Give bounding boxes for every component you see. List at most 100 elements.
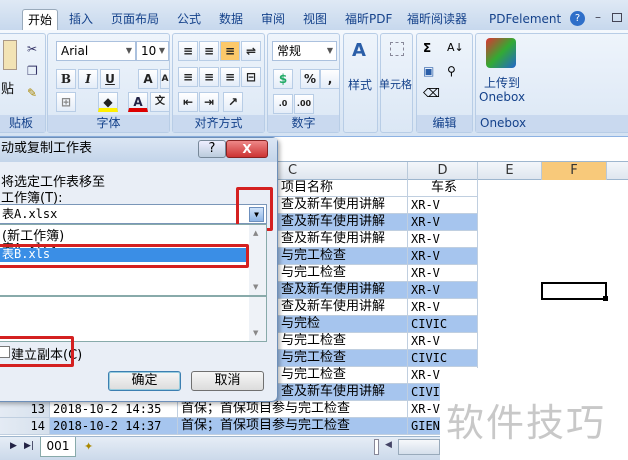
decrease-indent-icon[interactable]: ⇤ — [178, 92, 198, 112]
styles-group[interactable]: A 样式 — [343, 33, 378, 133]
font-name-select[interactable]: Arial ▼ — [56, 41, 136, 61]
tab-page-layout[interactable]: 页面布局 — [106, 9, 164, 30]
scroll-down-icon[interactable]: ▼ — [253, 329, 258, 337]
cells-group[interactable]: 单元格 — [379, 33, 413, 133]
cell-d[interactable]: XR-V — [408, 282, 478, 299]
close-button[interactable]: X — [226, 140, 268, 158]
help-button[interactable]: ? — [198, 140, 226, 158]
merge-cells-icon[interactable]: ⊟ — [241, 67, 261, 87]
onebox-logo-icon[interactable] — [486, 38, 516, 68]
tab-pdfelement[interactable]: PDFelement — [484, 9, 566, 30]
currency-icon[interactable]: $ — [273, 69, 293, 89]
cell-c[interactable]: 查及新车使用讲解 — [278, 299, 408, 316]
fill-color-button[interactable]: ◆ — [98, 92, 118, 112]
cell-c[interactable]: 查及新车使用讲解 — [278, 384, 408, 401]
underline-button[interactable]: U — [100, 69, 120, 89]
font-color-button[interactable]: A — [128, 92, 148, 112]
cell-c[interactable]: 查及新车使用讲解 — [278, 214, 408, 231]
cell-d[interactable]: XR-V — [408, 231, 478, 248]
cell-d[interactable]: XR-V — [408, 248, 478, 265]
cell-c[interactable]: 首保；首保项目参与完工检查 — [178, 418, 408, 435]
onebox-name-label[interactable]: Onebox — [479, 90, 525, 104]
column-header-f[interactable]: F — [542, 162, 607, 180]
cell-d[interactable]: 车系 — [408, 180, 478, 197]
increase-decimal-icon[interactable]: .0 — [273, 94, 293, 114]
tab-view[interactable]: 视图 — [298, 9, 332, 30]
align-right-icon[interactable]: ≡ — [220, 67, 240, 87]
cell-d[interactable]: XR-V — [408, 333, 478, 350]
copy-icon[interactable]: ❐ — [27, 64, 38, 78]
minimize-icon[interactable]: – — [595, 10, 601, 24]
increase-indent-icon[interactable]: ⇥ — [199, 92, 219, 112]
help-icon[interactable]: ? — [570, 11, 585, 26]
tab-insert[interactable]: 插入 — [64, 9, 98, 30]
restore-icon[interactable] — [612, 13, 622, 22]
fill-handle[interactable] — [603, 296, 608, 301]
cell-c[interactable]: 首保；首保项目参与完工检查 — [178, 401, 408, 418]
orientation-icon[interactable]: ↗ — [223, 92, 243, 112]
row-number[interactable]: 14 — [0, 418, 50, 435]
decrease-decimal-icon[interactable]: .00 — [294, 94, 314, 114]
sheet-tab-001[interactable]: 001 — [40, 437, 76, 457]
italic-button[interactable]: I — [78, 69, 98, 89]
row-number[interactable]: 13 — [0, 401, 50, 418]
cell-d[interactable]: XR-V — [408, 299, 478, 316]
split-handle[interactable] — [374, 439, 379, 455]
tab-data[interactable]: 数据 — [214, 9, 248, 30]
selected-cell[interactable] — [541, 282, 607, 300]
column-header-e[interactable]: E — [478, 162, 542, 180]
scroll-up-icon[interactable]: ▲ — [253, 229, 258, 237]
cancel-button[interactable]: 取消 — [191, 371, 264, 391]
scroll-left-icon[interactable]: ◀ — [385, 440, 392, 450]
bold-button[interactable]: B — [56, 69, 76, 89]
paste-label[interactable]: 贴 — [1, 78, 14, 97]
clear-icon[interactable]: ⌫ — [423, 86, 440, 100]
cell-d[interactable]: XR-V — [408, 265, 478, 282]
column-header-d[interactable]: D — [408, 162, 478, 180]
cell-b[interactable]: 2018-10-2 14:35 — [50, 401, 178, 418]
font-size-select[interactable]: 10 ▼ — [136, 41, 169, 61]
align-center-icon[interactable]: ≡ — [199, 67, 219, 87]
cell-d[interactable]: XR-V — [408, 197, 478, 214]
workbook-select[interactable]: 表A.xlsx ▼ — [0, 204, 267, 224]
cell-c[interactable]: 查及新车使用讲解 — [278, 197, 408, 214]
align-middle-icon[interactable]: ≡ — [199, 41, 219, 61]
cell-d[interactable]: CIVIC — [408, 350, 478, 367]
last-sheet-icon[interactable]: ▶| — [24, 441, 34, 451]
paste-icon[interactable] — [3, 40, 17, 70]
insert-sheet-icon[interactable]: ✦ — [84, 440, 93, 453]
tab-foxit-pdf[interactable]: 福昕PDF — [340, 9, 397, 30]
scroll-down-icon[interactable]: ▼ — [253, 283, 258, 291]
horizontal-scrollbar[interactable] — [398, 439, 440, 455]
tab-home[interactable]: 开始 — [22, 9, 59, 30]
tab-formulas[interactable]: 公式 — [172, 9, 206, 30]
cell-c[interactable]: 与完工检查 — [278, 350, 408, 367]
cell-b[interactable]: 2018-10-2 14:37 — [50, 418, 178, 435]
align-bottom-icon[interactable]: ≡ — [220, 41, 240, 61]
list-scrollbar[interactable]: ▲ ▼ — [249, 225, 266, 295]
phonetic-button[interactable]: 文 — [150, 92, 170, 112]
align-top-icon[interactable]: ≡ — [178, 41, 198, 61]
grow-font-button[interactable]: A — [138, 69, 158, 89]
comma-icon[interactable]: , — [320, 69, 340, 89]
sort-filter-icon[interactable]: A↓ — [447, 41, 464, 54]
cell-c[interactable]: 与完工检查 — [278, 367, 408, 384]
shrink-font-button[interactable]: A — [160, 69, 170, 89]
find-icon[interactable]: ⚲ — [447, 64, 456, 78]
fill-icon[interactable]: ▣ — [423, 64, 434, 78]
wrap-text-icon[interactable]: ⇌ — [241, 41, 261, 61]
tab-foxit-reader[interactable]: 福昕阅读器 — [402, 9, 472, 30]
cell-c[interactable]: 与完工检查 — [278, 265, 408, 282]
align-left-icon[interactable]: ≡ — [178, 67, 198, 87]
ok-button[interactable]: 确定 — [108, 371, 181, 391]
cell-c[interactable]: 项目名称 — [278, 180, 408, 197]
cell-c[interactable]: 查及新车使用讲解 — [278, 231, 408, 248]
format-painter-icon[interactable]: ✎ — [27, 86, 37, 100]
cell-d[interactable]: XR-V — [408, 214, 478, 231]
number-format-select[interactable]: 常规 ▼ — [272, 41, 337, 61]
tab-review[interactable]: 审阅 — [256, 9, 290, 30]
cell-c[interactable]: 查及新车使用讲解 — [278, 282, 408, 299]
autosum-icon[interactable]: Σ — [423, 41, 431, 55]
list-scrollbar[interactable]: ▼ — [249, 297, 266, 341]
border-button[interactable]: ⊞ — [56, 92, 76, 112]
